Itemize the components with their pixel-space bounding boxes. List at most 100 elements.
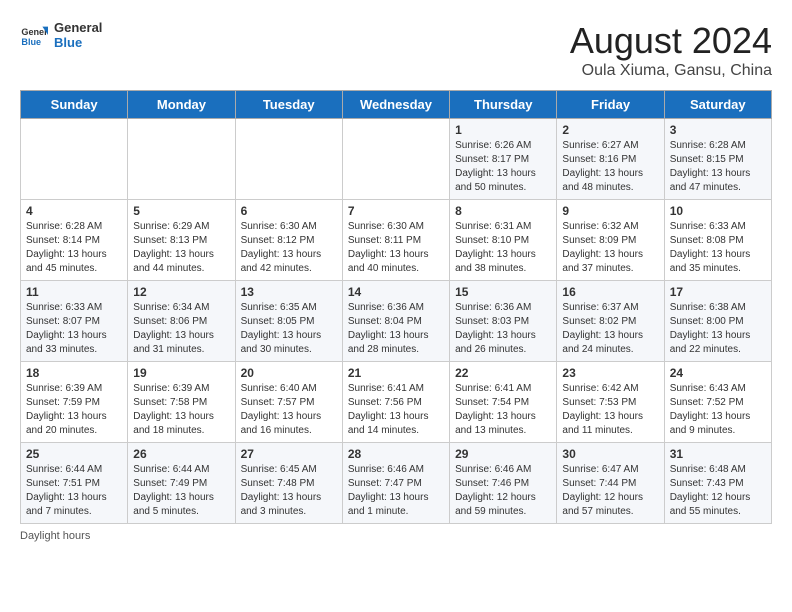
day-info: Sunrise: 6:28 AM Sunset: 8:14 PM Dayligh… xyxy=(26,220,122,276)
week-row-4: 18 Sunrise: 6:39 AM Sunset: 7:59 PM Dayli… xyxy=(21,362,772,443)
day-number: 24 xyxy=(670,366,766,380)
weekday-header-saturday: Saturday xyxy=(664,91,771,119)
day-number: 28 xyxy=(348,447,444,461)
day-info: Sunrise: 6:36 AM Sunset: 8:04 PM Dayligh… xyxy=(348,301,444,357)
day-number: 26 xyxy=(133,447,229,461)
day-number: 3 xyxy=(670,123,766,137)
day-number: 23 xyxy=(562,366,658,380)
calendar-cell-5-4: 28 Sunrise: 6:46 AM Sunset: 7:47 PM Dayli… xyxy=(342,443,449,524)
calendar-cell-2-6: 9 Sunrise: 6:32 AM Sunset: 8:09 PM Daylig… xyxy=(557,200,664,281)
day-info: Sunrise: 6:28 AM Sunset: 8:15 PM Dayligh… xyxy=(670,139,766,195)
day-number: 5 xyxy=(133,204,229,218)
footer-daylight: Daylight hours xyxy=(20,530,772,542)
calendar-cell-4-4: 21 Sunrise: 6:41 AM Sunset: 7:56 PM Dayli… xyxy=(342,362,449,443)
calendar-cell-2-2: 5 Sunrise: 6:29 AM Sunset: 8:13 PM Daylig… xyxy=(128,200,235,281)
day-info: Sunrise: 6:39 AM Sunset: 7:59 PM Dayligh… xyxy=(26,382,122,438)
day-info: Sunrise: 6:43 AM Sunset: 7:52 PM Dayligh… xyxy=(670,382,766,438)
calendar-cell-3-7: 17 Sunrise: 6:38 AM Sunset: 8:00 PM Dayli… xyxy=(664,281,771,362)
calendar-cell-5-1: 25 Sunrise: 6:44 AM Sunset: 7:51 PM Dayli… xyxy=(21,443,128,524)
calendar-body: 1 Sunrise: 6:26 AM Sunset: 8:17 PM Daylig… xyxy=(21,119,772,524)
week-row-3: 11Sunrise: 6:33 AM Sunset: 8:07 PM Dayli… xyxy=(21,281,772,362)
day-info: Sunrise: 6:40 AM Sunset: 7:57 PM Dayligh… xyxy=(241,382,337,438)
calendar-cell-3-5: 15Sunrise: 6:36 AM Sunset: 8:03 PM Dayli… xyxy=(450,281,557,362)
day-info: Sunrise: 6:37 AM Sunset: 8:02 PM Dayligh… xyxy=(562,301,658,357)
title-block: August 2024 Oula Xiuma, Gansu, China xyxy=(570,20,772,80)
day-info: Sunrise: 6:30 AM Sunset: 8:12 PM Dayligh… xyxy=(241,220,337,276)
calendar-cell-3-2: 12Sunrise: 6:34 AM Sunset: 8:06 PM Dayli… xyxy=(128,281,235,362)
calendar-cell-4-3: 20Sunrise: 6:40 AM Sunset: 7:57 PM Dayli… xyxy=(235,362,342,443)
day-number: 21 xyxy=(348,366,444,380)
calendar-cell-1-2 xyxy=(128,119,235,200)
day-number: 9 xyxy=(562,204,658,218)
logo-text-general: General xyxy=(54,20,102,35)
header: General Blue General Blue August 2024 Ou… xyxy=(20,20,772,80)
calendar-cell-3-3: 13Sunrise: 6:35 AM Sunset: 8:05 PM Dayli… xyxy=(235,281,342,362)
calendar-cell-1-5: 1 Sunrise: 6:26 AM Sunset: 8:17 PM Daylig… xyxy=(450,119,557,200)
weekday-header-sunday: Sunday xyxy=(21,91,128,119)
day-number: 7 xyxy=(348,204,444,218)
day-info: Sunrise: 6:34 AM Sunset: 8:06 PM Dayligh… xyxy=(133,301,229,357)
day-number: 6 xyxy=(241,204,337,218)
day-number: 2 xyxy=(562,123,658,137)
day-info: Sunrise: 6:27 AM Sunset: 8:16 PM Dayligh… xyxy=(562,139,658,195)
day-info: Sunrise: 6:46 AM Sunset: 7:47 PM Dayligh… xyxy=(348,463,444,519)
day-number: 22 xyxy=(455,366,551,380)
calendar-cell-5-5: 29 Sunrise: 6:46 AM Sunset: 7:46 PM Dayli… xyxy=(450,443,557,524)
day-number: 29 xyxy=(455,447,551,461)
day-info: Sunrise: 6:41 AM Sunset: 7:54 PM Dayligh… xyxy=(455,382,551,438)
weekday-header-thursday: Thursday xyxy=(450,91,557,119)
day-number: 31 xyxy=(670,447,766,461)
weekday-header-monday: Monday xyxy=(128,91,235,119)
day-number: 25 xyxy=(26,447,122,461)
day-number: 1 xyxy=(455,123,551,137)
calendar-table: SundayMondayTuesdayWednesdayThursdayFrid… xyxy=(20,90,772,524)
calendar-cell-4-7: 24 Sunrise: 6:43 AM Sunset: 7:52 PM Dayli… xyxy=(664,362,771,443)
week-row-2: 4 Sunrise: 6:28 AM Sunset: 8:14 PM Daylig… xyxy=(21,200,772,281)
svg-text:Blue: Blue xyxy=(21,37,41,47)
day-info: Sunrise: 6:36 AM Sunset: 8:03 PM Dayligh… xyxy=(455,301,551,357)
day-number: 27 xyxy=(241,447,337,461)
calendar-cell-1-7: 3 Sunrise: 6:28 AM Sunset: 8:15 PM Daylig… xyxy=(664,119,771,200)
calendar-cell-3-4: 14 Sunrise: 6:36 AM Sunset: 8:04 PM Dayli… xyxy=(342,281,449,362)
week-row-5: 25 Sunrise: 6:44 AM Sunset: 7:51 PM Dayli… xyxy=(21,443,772,524)
calendar-cell-3-1: 11Sunrise: 6:33 AM Sunset: 8:07 PM Dayli… xyxy=(21,281,128,362)
calendar-cell-1-4 xyxy=(342,119,449,200)
day-number: 18 xyxy=(26,366,122,380)
daylight-label: Daylight hours xyxy=(20,530,90,542)
day-info: Sunrise: 6:33 AM Sunset: 8:08 PM Dayligh… xyxy=(670,220,766,276)
day-info: Sunrise: 6:38 AM Sunset: 8:00 PM Dayligh… xyxy=(670,301,766,357)
calendar-cell-5-3: 27Sunrise: 6:45 AM Sunset: 7:48 PM Dayli… xyxy=(235,443,342,524)
day-number: 13 xyxy=(241,285,337,299)
calendar-cell-4-6: 23 Sunrise: 6:42 AM Sunset: 7:53 PM Dayli… xyxy=(557,362,664,443)
calendar-cell-5-2: 26 Sunrise: 6:44 AM Sunset: 7:49 PM Dayli… xyxy=(128,443,235,524)
day-info: Sunrise: 6:29 AM Sunset: 8:13 PM Dayligh… xyxy=(133,220,229,276)
day-info: Sunrise: 6:41 AM Sunset: 7:56 PM Dayligh… xyxy=(348,382,444,438)
calendar-cell-4-2: 19 Sunrise: 6:39 AM Sunset: 7:58 PM Dayli… xyxy=(128,362,235,443)
day-info: Sunrise: 6:26 AM Sunset: 8:17 PM Dayligh… xyxy=(455,139,551,195)
day-info: Sunrise: 6:42 AM Sunset: 7:53 PM Dayligh… xyxy=(562,382,658,438)
day-info: Sunrise: 6:46 AM Sunset: 7:46 PM Dayligh… xyxy=(455,463,551,519)
day-info: Sunrise: 6:47 AM Sunset: 7:44 PM Dayligh… xyxy=(562,463,658,519)
day-info: Sunrise: 6:44 AM Sunset: 7:49 PM Dayligh… xyxy=(133,463,229,519)
weekday-header-row: SundayMondayTuesdayWednesdayThursdayFrid… xyxy=(21,91,772,119)
logo: General Blue General Blue xyxy=(20,20,102,50)
day-info: Sunrise: 6:39 AM Sunset: 7:58 PM Dayligh… xyxy=(133,382,229,438)
calendar-cell-4-1: 18 Sunrise: 6:39 AM Sunset: 7:59 PM Dayli… xyxy=(21,362,128,443)
day-number: 11 xyxy=(26,285,122,299)
calendar-cell-2-7: 10 Sunrise: 6:33 AM Sunset: 8:08 PM Dayli… xyxy=(664,200,771,281)
day-info: Sunrise: 6:31 AM Sunset: 8:10 PM Dayligh… xyxy=(455,220,551,276)
calendar-cell-2-4: 7Sunrise: 6:30 AM Sunset: 8:11 PM Daylig… xyxy=(342,200,449,281)
day-info: Sunrise: 6:32 AM Sunset: 8:09 PM Dayligh… xyxy=(562,220,658,276)
day-number: 4 xyxy=(26,204,122,218)
weekday-header-wednesday: Wednesday xyxy=(342,91,449,119)
day-number: 19 xyxy=(133,366,229,380)
day-number: 14 xyxy=(348,285,444,299)
main-title: August 2024 xyxy=(570,20,772,62)
day-number: 8 xyxy=(455,204,551,218)
calendar-cell-1-3 xyxy=(235,119,342,200)
calendar-cell-2-3: 6 Sunrise: 6:30 AM Sunset: 8:12 PM Daylig… xyxy=(235,200,342,281)
day-number: 17 xyxy=(670,285,766,299)
calendar-cell-3-6: 16Sunrise: 6:37 AM Sunset: 8:02 PM Dayli… xyxy=(557,281,664,362)
day-number: 10 xyxy=(670,204,766,218)
day-info: Sunrise: 6:44 AM Sunset: 7:51 PM Dayligh… xyxy=(26,463,122,519)
